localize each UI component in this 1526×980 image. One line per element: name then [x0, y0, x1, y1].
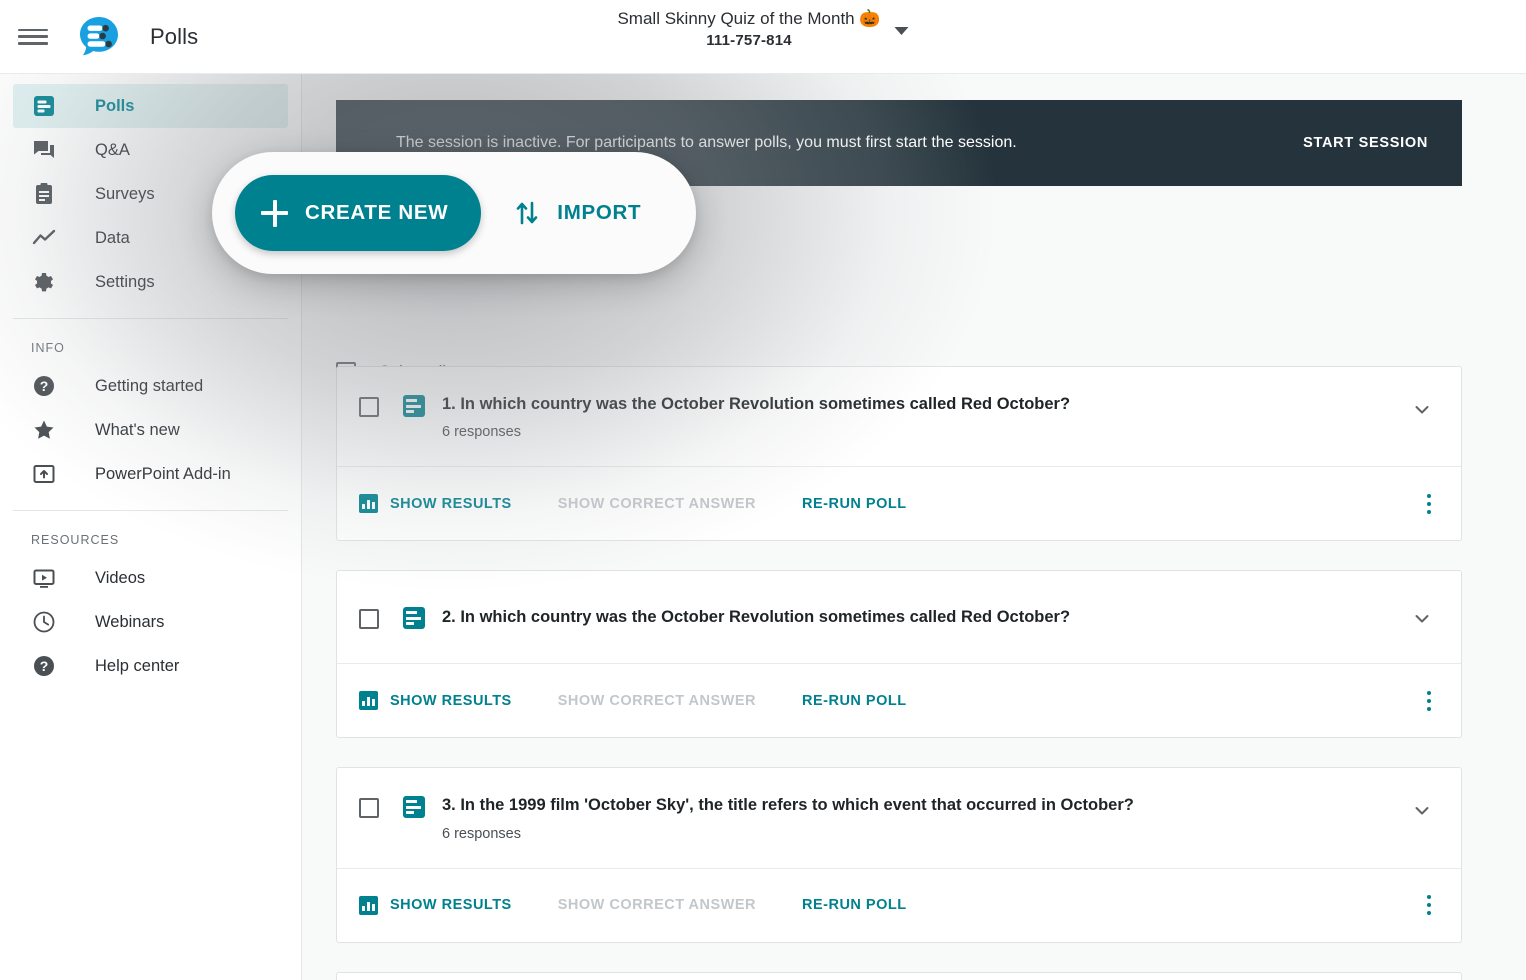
- poll-card-header: 2. In which country was the October Revo…: [337, 571, 1461, 663]
- kebab-menu-icon[interactable]: [1423, 490, 1435, 518]
- sidebar-item-webinars[interactable]: Webinars: [13, 600, 288, 644]
- poll-card-actions: SHOW RESULTS SHOW CORRECT ANSWER RE-RUN …: [337, 868, 1461, 942]
- trend-line-icon: [31, 225, 57, 251]
- poll-card-header: 1. In which country was the October Revo…: [337, 367, 1461, 466]
- hamburger-menu-icon[interactable]: [18, 26, 48, 48]
- poll-card-actions: SHOW RESULTS SHOW CORRECT ANSWER RE-RUN …: [337, 663, 1461, 737]
- clock-icon: [31, 609, 57, 635]
- poll-card-header: [337, 973, 1461, 980]
- multiple-choice-poll-icon: [403, 607, 425, 629]
- top-bar: Polls Small Skinny Quiz of the Month 🎃 1…: [0, 0, 1526, 74]
- star-icon: [31, 417, 57, 443]
- import-arrows-icon: [514, 199, 540, 227]
- poll-card-actions: SHOW RESULTS SHOW CORRECT ANSWER RE-RUN …: [337, 466, 1461, 540]
- gear-icon: [31, 269, 57, 295]
- poll-question-block: 2. In which country was the October Revo…: [442, 606, 1409, 628]
- sidebar-item-label: What's new: [95, 421, 180, 440]
- poll-response-count: 6 responses: [442, 424, 1409, 440]
- import-button[interactable]: IMPORT: [514, 199, 641, 227]
- poll-card[interactable]: 2. In which country was the October Revo…: [336, 570, 1462, 738]
- create-new-button[interactable]: CREATE NEW: [235, 175, 481, 251]
- sidebar-section-info: INFO: [13, 319, 288, 364]
- chevron-down-icon[interactable]: [1409, 606, 1435, 632]
- video-screen-icon: [31, 565, 57, 591]
- sidebar-item-label: PowerPoint Add-in: [95, 465, 231, 484]
- sidebar-item-label: Surveys: [95, 185, 155, 204]
- poll-question-text: 1. In which country was the October Revo…: [442, 393, 1409, 415]
- event-selector[interactable]: Small Skinny Quiz of the Month 🎃 111-757…: [617, 9, 908, 49]
- rerun-poll-button[interactable]: RE-RUN POLL: [802, 897, 907, 913]
- sidebar-item-label: Videos: [95, 569, 145, 588]
- rerun-poll-button[interactable]: RE-RUN POLL: [802, 496, 907, 512]
- poll-checkbox[interactable]: [359, 609, 379, 629]
- svg-text:?: ?: [40, 378, 49, 394]
- poll-checkbox[interactable]: [359, 798, 379, 818]
- sidebar-item-label: Q&A: [95, 141, 130, 160]
- bar-chart-icon: [359, 896, 378, 915]
- poll-question-block: 3. In the 1999 film 'October Sky', the t…: [442, 794, 1409, 841]
- show-results-label: SHOW RESULTS: [390, 897, 512, 913]
- page-title: Polls: [150, 24, 198, 50]
- sidebar-item-help-center[interactable]: ? Help center: [13, 644, 288, 688]
- show-correct-answer-button[interactable]: SHOW CORRECT ANSWER: [558, 897, 756, 913]
- event-code: 111-757-814: [617, 32, 880, 49]
- rerun-poll-button[interactable]: RE-RUN POLL: [802, 693, 907, 709]
- show-correct-answer-button[interactable]: SHOW CORRECT ANSWER: [558, 496, 756, 512]
- poll-response-count: 6 responses: [442, 826, 1409, 842]
- question-circle-icon: ?: [31, 653, 57, 679]
- event-name: Small Skinny Quiz of the Month 🎃: [617, 9, 880, 29]
- sidebar-item-label: Webinars: [95, 613, 164, 632]
- poll-question-text: 3. In the 1999 film 'October Sky', the t…: [442, 794, 1409, 816]
- chevron-down-icon[interactable]: [1409, 397, 1435, 423]
- svg-text:?: ?: [40, 658, 49, 674]
- import-label: IMPORT: [557, 201, 641, 225]
- poll-icon: [31, 93, 57, 119]
- show-results-label: SHOW RESULTS: [390, 496, 512, 512]
- poll-question-text: 2. In which country was the October Revo…: [442, 606, 1409, 628]
- show-results-button[interactable]: SHOW RESULTS: [359, 494, 512, 513]
- sidebar-section-resources: RESOURCES: [13, 511, 288, 556]
- banner-message: The session is inactive. For participant…: [396, 134, 1303, 152]
- plus-icon: [261, 200, 288, 227]
- sidebar-item-label: Help center: [95, 657, 179, 676]
- chat-icon: [31, 137, 57, 163]
- polls-list: 1. In which country was the October Revo…: [336, 366, 1462, 980]
- multiple-choice-poll-icon: [403, 796, 425, 818]
- sidebar-item-whats-new[interactable]: What's new: [13, 408, 288, 452]
- start-session-button[interactable]: START SESSION: [1303, 135, 1428, 151]
- kebab-menu-icon[interactable]: [1423, 891, 1435, 919]
- question-circle-icon: ?: [31, 373, 57, 399]
- poll-card[interactable]: 1. In which country was the October Revo…: [336, 366, 1462, 541]
- create-new-label: CREATE NEW: [305, 201, 448, 225]
- create-poll-popover: CREATE NEW IMPORT: [212, 152, 696, 274]
- poll-card-header: 3. In the 1999 film 'October Sky', the t…: [337, 768, 1461, 867]
- sidebar-item-label: Getting started: [95, 377, 203, 396]
- show-results-button[interactable]: SHOW RESULTS: [359, 691, 512, 710]
- sidebar-item-powerpoint-addin[interactable]: PowerPoint Add-in: [13, 452, 288, 496]
- multiple-choice-poll-icon: [403, 395, 425, 417]
- chevron-down-icon[interactable]: [1409, 798, 1435, 824]
- sidebar-item-label: Data: [95, 229, 130, 248]
- polls-page: Polls Small Skinny Quiz of the Month 🎃 1…: [0, 0, 1526, 980]
- bar-chart-icon: [359, 691, 378, 710]
- slido-logo-icon: [76, 14, 122, 60]
- sidebar-item-polls[interactable]: Polls: [13, 84, 288, 128]
- kebab-menu-icon[interactable]: [1423, 687, 1435, 715]
- sidebar-item-videos[interactable]: Videos: [13, 556, 288, 600]
- sidebar-item-label: Settings: [95, 273, 155, 292]
- show-results-label: SHOW RESULTS: [390, 693, 512, 709]
- poll-question-block: 1. In which country was the October Revo…: [442, 393, 1409, 440]
- poll-card[interactable]: [336, 972, 1462, 980]
- chevron-down-icon[interactable]: [895, 27, 909, 35]
- sidebar-item-getting-started[interactable]: ? Getting started: [13, 364, 288, 408]
- upload-box-icon: [31, 461, 57, 487]
- poll-checkbox[interactable]: [359, 397, 379, 417]
- show-results-button[interactable]: SHOW RESULTS: [359, 896, 512, 915]
- show-correct-answer-button[interactable]: SHOW CORRECT ANSWER: [558, 693, 756, 709]
- clipboard-icon: [31, 181, 57, 207]
- sidebar-item-label: Polls: [95, 97, 134, 116]
- bar-chart-icon: [359, 494, 378, 513]
- poll-card[interactable]: 3. In the 1999 film 'October Sky', the t…: [336, 767, 1462, 942]
